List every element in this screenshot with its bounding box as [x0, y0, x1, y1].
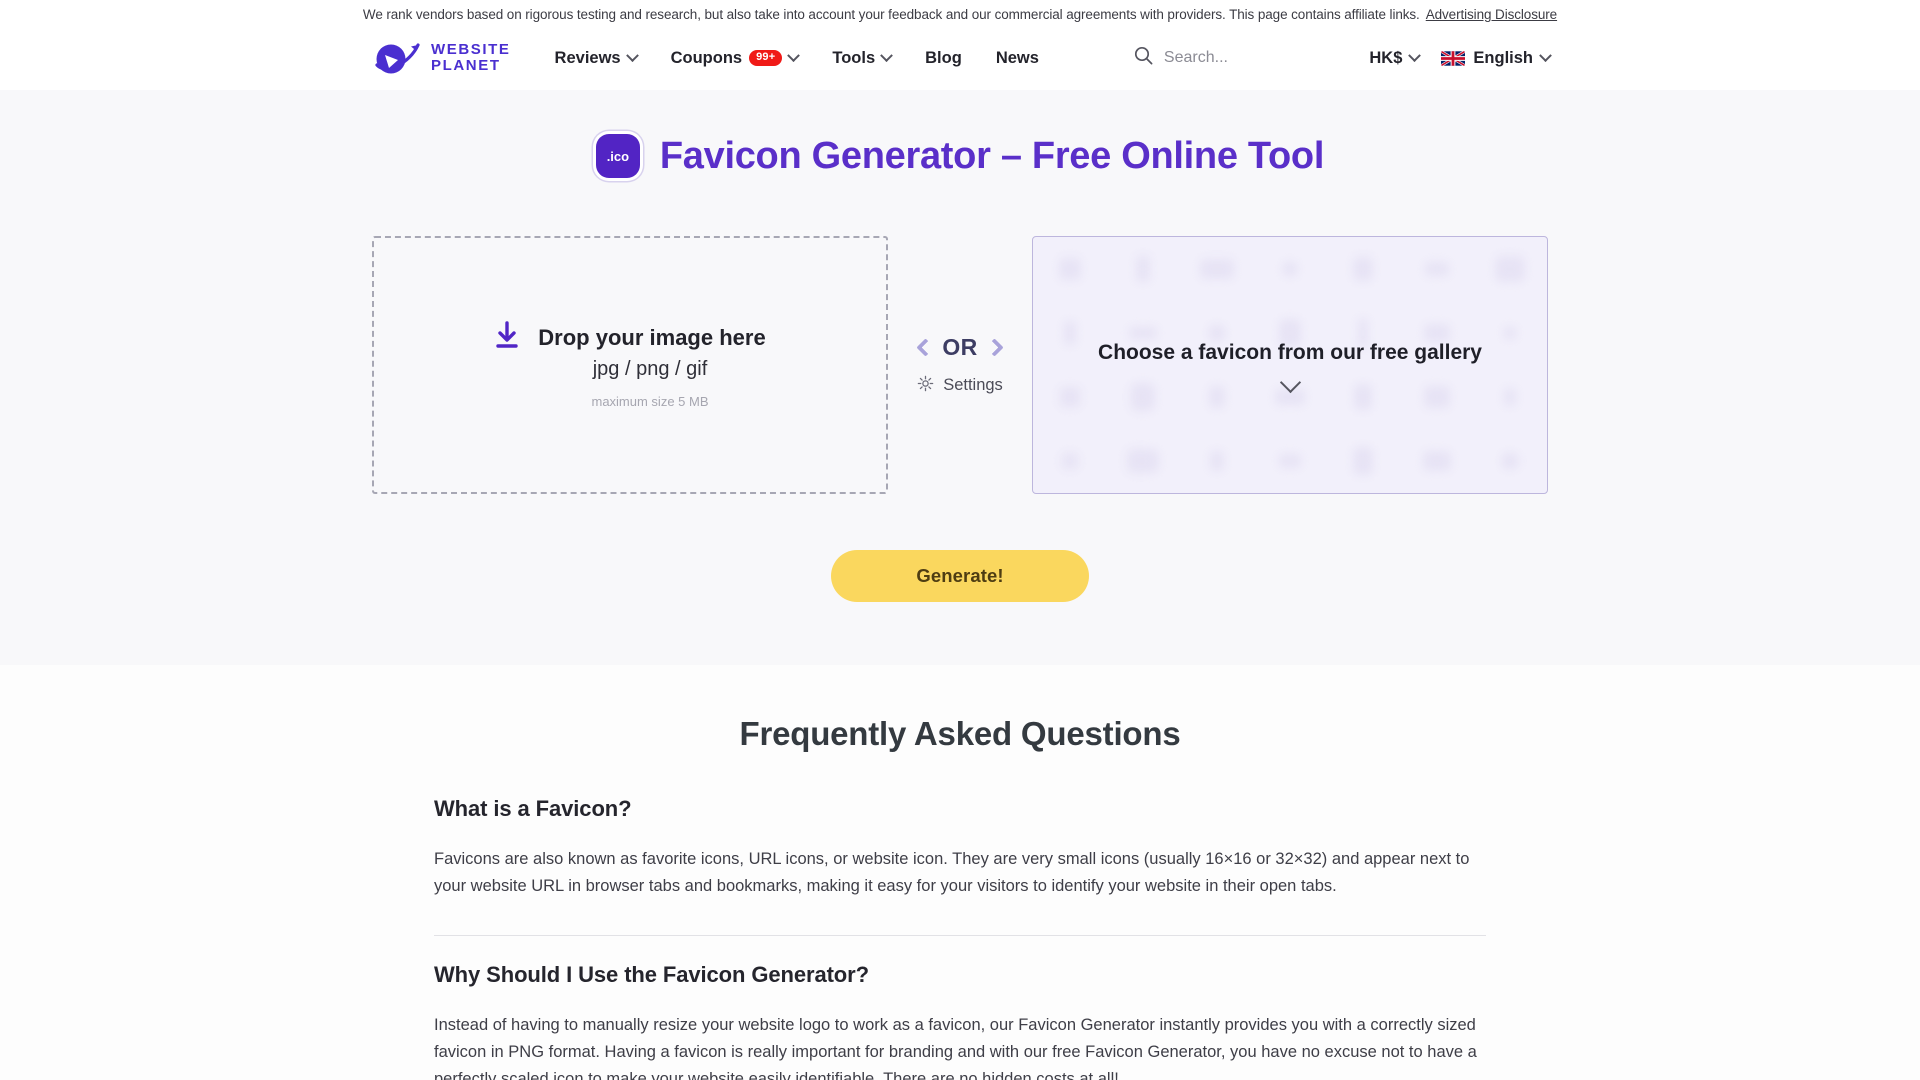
chevron-down-icon — [625, 48, 639, 62]
nav-label-coupons: Coupons — [670, 48, 743, 67]
gear-icon — [917, 375, 934, 397]
image-dropzone[interactable]: Drop your image here jpg / png / gif max… — [372, 236, 888, 494]
header-right-controls: HK$ English — [1369, 48, 1552, 68]
header-inner: WEBSITE PLANET Reviews Coupons 99+ Tools… — [370, 26, 1552, 90]
generate-button[interactable]: Generate! — [831, 550, 1089, 602]
coupons-count-badge: 99+ — [749, 50, 783, 66]
page-title: Favicon Generator – Free Online Tool — [659, 134, 1325, 177]
ico-badge-icon: .ico — [595, 134, 640, 178]
faq-section: Frequently Asked Questions What is a Fav… — [0, 665, 1920, 1080]
nav-label-blog: Blog — [925, 48, 962, 67]
main-navigation: Reviews Coupons 99+ Tools Blog News — [555, 49, 1039, 68]
uk-flag-icon — [1441, 50, 1466, 66]
faq-item: Why Should I Use the Favicon Generator? … — [434, 935, 1486, 1080]
dropzone-title: Drop your image here — [538, 324, 766, 350]
nav-item-coupons[interactable]: Coupons 99+ — [670, 48, 801, 68]
faq-question: What is a Favicon? — [434, 796, 632, 821]
gallery-background-preview — [1033, 237, 1547, 493]
search-input[interactable] — [1163, 49, 1364, 67]
chevron-down-icon — [880, 48, 894, 62]
faq-list: What is a Favicon? Favicons are also kno… — [434, 796, 1486, 1080]
language-selector[interactable]: English — [1441, 48, 1552, 68]
nav-item-blog[interactable]: Blog — [925, 49, 962, 68]
gallery-title: Choose a favicon from our free gallery — [1098, 340, 1482, 364]
logo-wordmark: WEBSITE PLANET — [431, 42, 511, 74]
dropzone-formats: jpg / png / gif — [592, 358, 708, 380]
faq-heading: Frequently Asked Questions — [739, 715, 1181, 752]
planet-logo-icon — [370, 41, 422, 75]
generate-row: Generate! — [0, 550, 1920, 602]
page-title-row: .ico Favicon Generator – Free Online Too… — [0, 134, 1920, 178]
dropzone-main: Drop your image here — [494, 321, 766, 354]
download-arrow-icon — [494, 321, 520, 354]
faq-answer: Instead of having to manually resize you… — [434, 1016, 1477, 1080]
faq-answer: Favicons are also known as favorite icon… — [434, 850, 1470, 895]
chevron-down-icon — [1539, 48, 1552, 62]
faq-item: What is a Favicon? Favicons are also kno… — [434, 796, 1486, 935]
site-logo[interactable]: WEBSITE PLANET — [370, 41, 511, 75]
chevron-right-icon — [984, 337, 1004, 357]
header-search[interactable] — [1134, 46, 1364, 70]
language-label: English — [1473, 48, 1533, 67]
favicon-generator-hero: .ico Favicon Generator – Free Online Too… — [0, 90, 1920, 665]
nav-label-reviews: Reviews — [554, 48, 621, 67]
tool-row: Drop your image here jpg / png / gif max… — [370, 236, 1550, 494]
settings-button[interactable]: Settings — [917, 375, 1003, 397]
or-divider-column: OR Settings — [888, 236, 1032, 494]
search-icon — [1134, 46, 1153, 70]
advertising-disclosure-link[interactable]: Advertising Disclosure — [1426, 7, 1557, 22]
or-label: OR — [942, 333, 978, 360]
chevron-down-icon[interactable] — [1279, 371, 1301, 393]
nav-item-news[interactable]: News — [996, 49, 1039, 68]
logo-line-2: PLANET — [431, 57, 501, 74]
logo-line-1: WEBSITE — [431, 41, 511, 59]
currency-label: HK$ — [1369, 48, 1403, 67]
site-header: WEBSITE PLANET Reviews Coupons 99+ Tools… — [0, 26, 1920, 90]
or-divider: OR — [916, 333, 1004, 361]
nav-label-news: News — [995, 48, 1039, 67]
faq-question: Why Should I Use the Favicon Generator? — [434, 962, 869, 988]
dropzone-max-size: maximum size 5 MB — [591, 394, 709, 409]
chevron-down-icon — [1408, 48, 1422, 62]
favicon-gallery-panel[interactable]: Choose a favicon from our free gallery — [1032, 236, 1548, 494]
chevron-down-icon — [787, 48, 801, 62]
currency-selector[interactable]: HK$ — [1369, 48, 1422, 68]
chevron-left-icon — [916, 337, 936, 357]
disclosure-text: We rank vendors based on rigorous testin… — [362, 7, 1420, 22]
nav-item-reviews[interactable]: Reviews — [554, 48, 639, 68]
settings-label: Settings — [943, 376, 1003, 394]
advertising-disclosure-bar: We rank vendors based on rigorous testin… — [0, 0, 1920, 26]
nav-label-tools: Tools — [832, 48, 876, 67]
nav-item-tools[interactable]: Tools — [832, 48, 894, 68]
